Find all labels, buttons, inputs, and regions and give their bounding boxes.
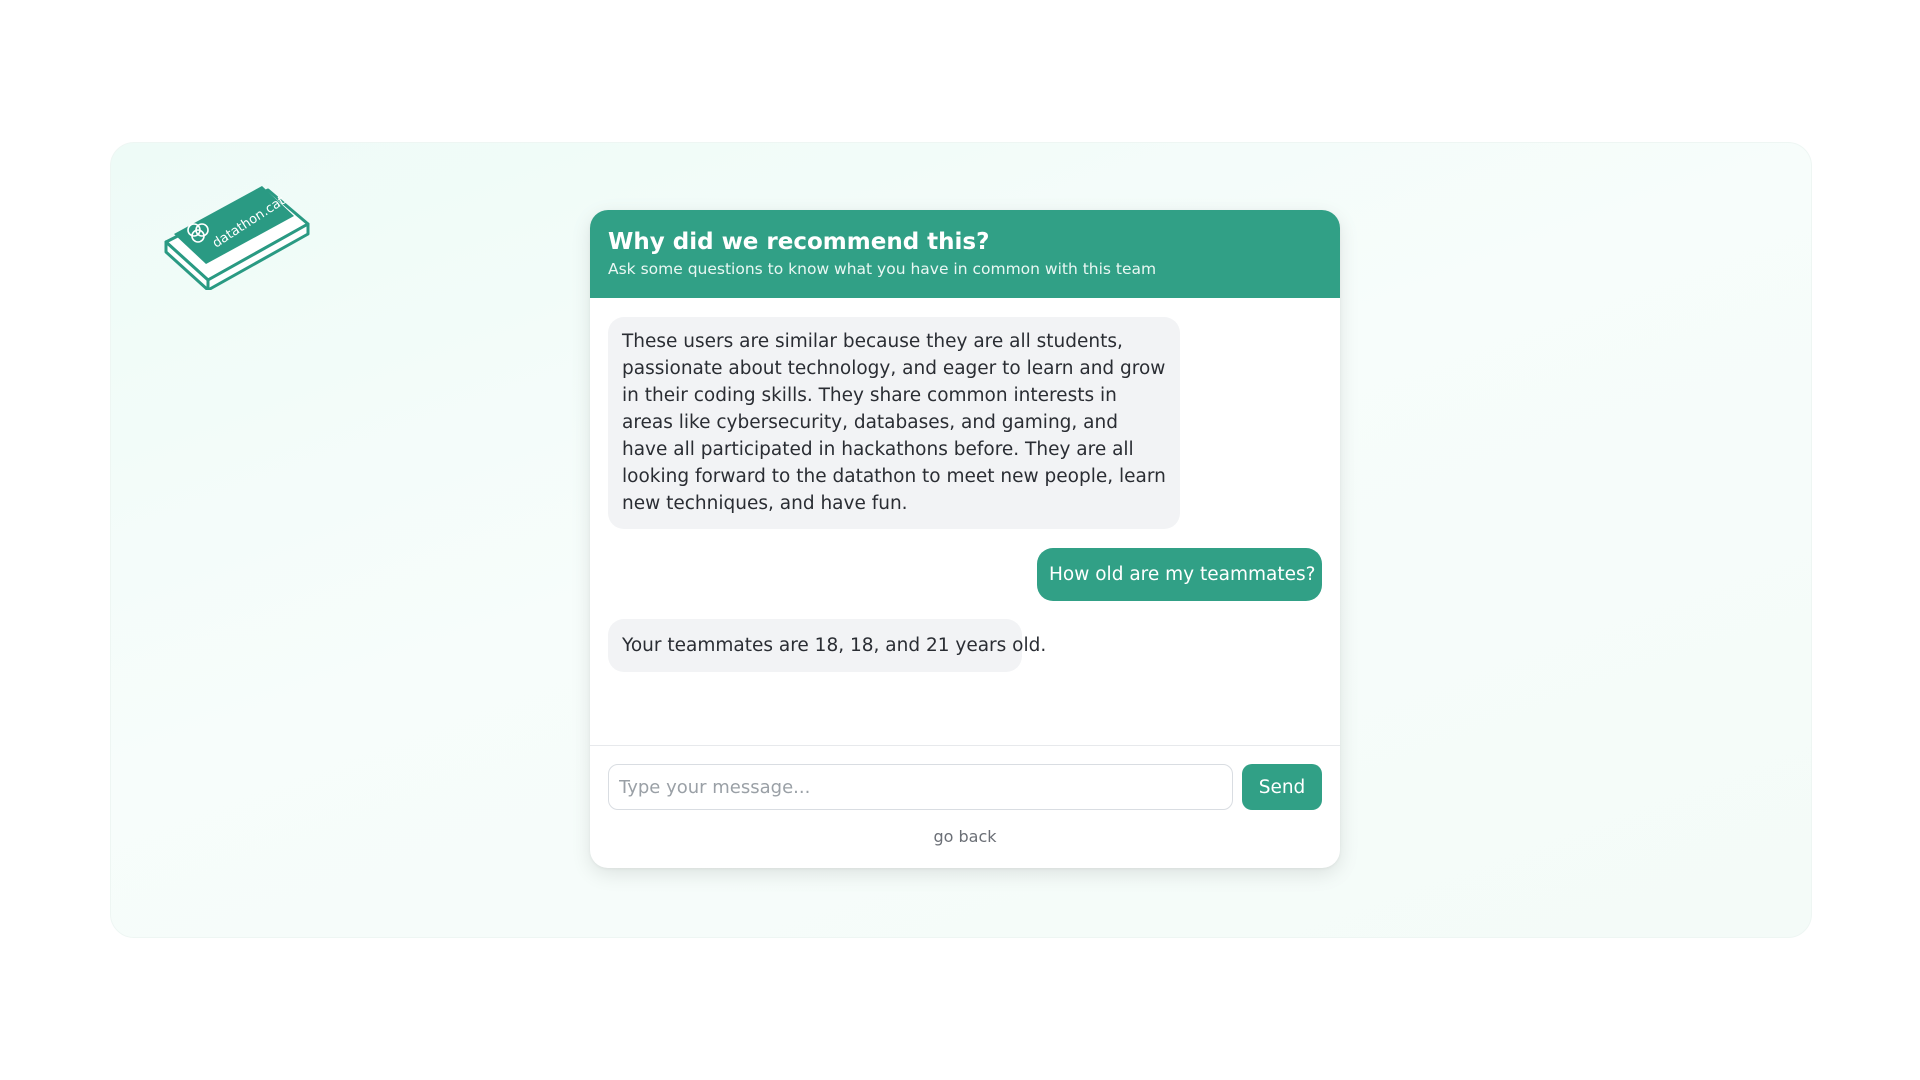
page: datathon.cat Why did we recommend this? … (0, 0, 1920, 1080)
chat-title: Why did we recommend this? (608, 229, 990, 255)
divider (590, 745, 1340, 746)
bot-message: Your teammates are 18, 18, and 21 years … (608, 619, 1046, 672)
go-back-link[interactable]: go back (590, 827, 1340, 846)
bot-message: These users are similar because they are… (608, 317, 1180, 529)
chat-header: Why did we recommend this? Ask some ques… (590, 210, 1340, 298)
message-input[interactable] (608, 764, 1233, 810)
chat-subtitle: Ask some questions to know what you have… (608, 260, 1157, 278)
composer: Send (608, 764, 1322, 810)
user-message: How old are my teammates? (1037, 548, 1322, 601)
send-button[interactable]: Send (1242, 764, 1322, 810)
chat-window: Why did we recommend this? Ask some ques… (590, 210, 1340, 868)
datathon-logo-icon: datathon.cat (164, 186, 310, 292)
message-list: These users are similar because they are… (590, 298, 1340, 754)
datathon-logo: datathon.cat (160, 180, 310, 292)
